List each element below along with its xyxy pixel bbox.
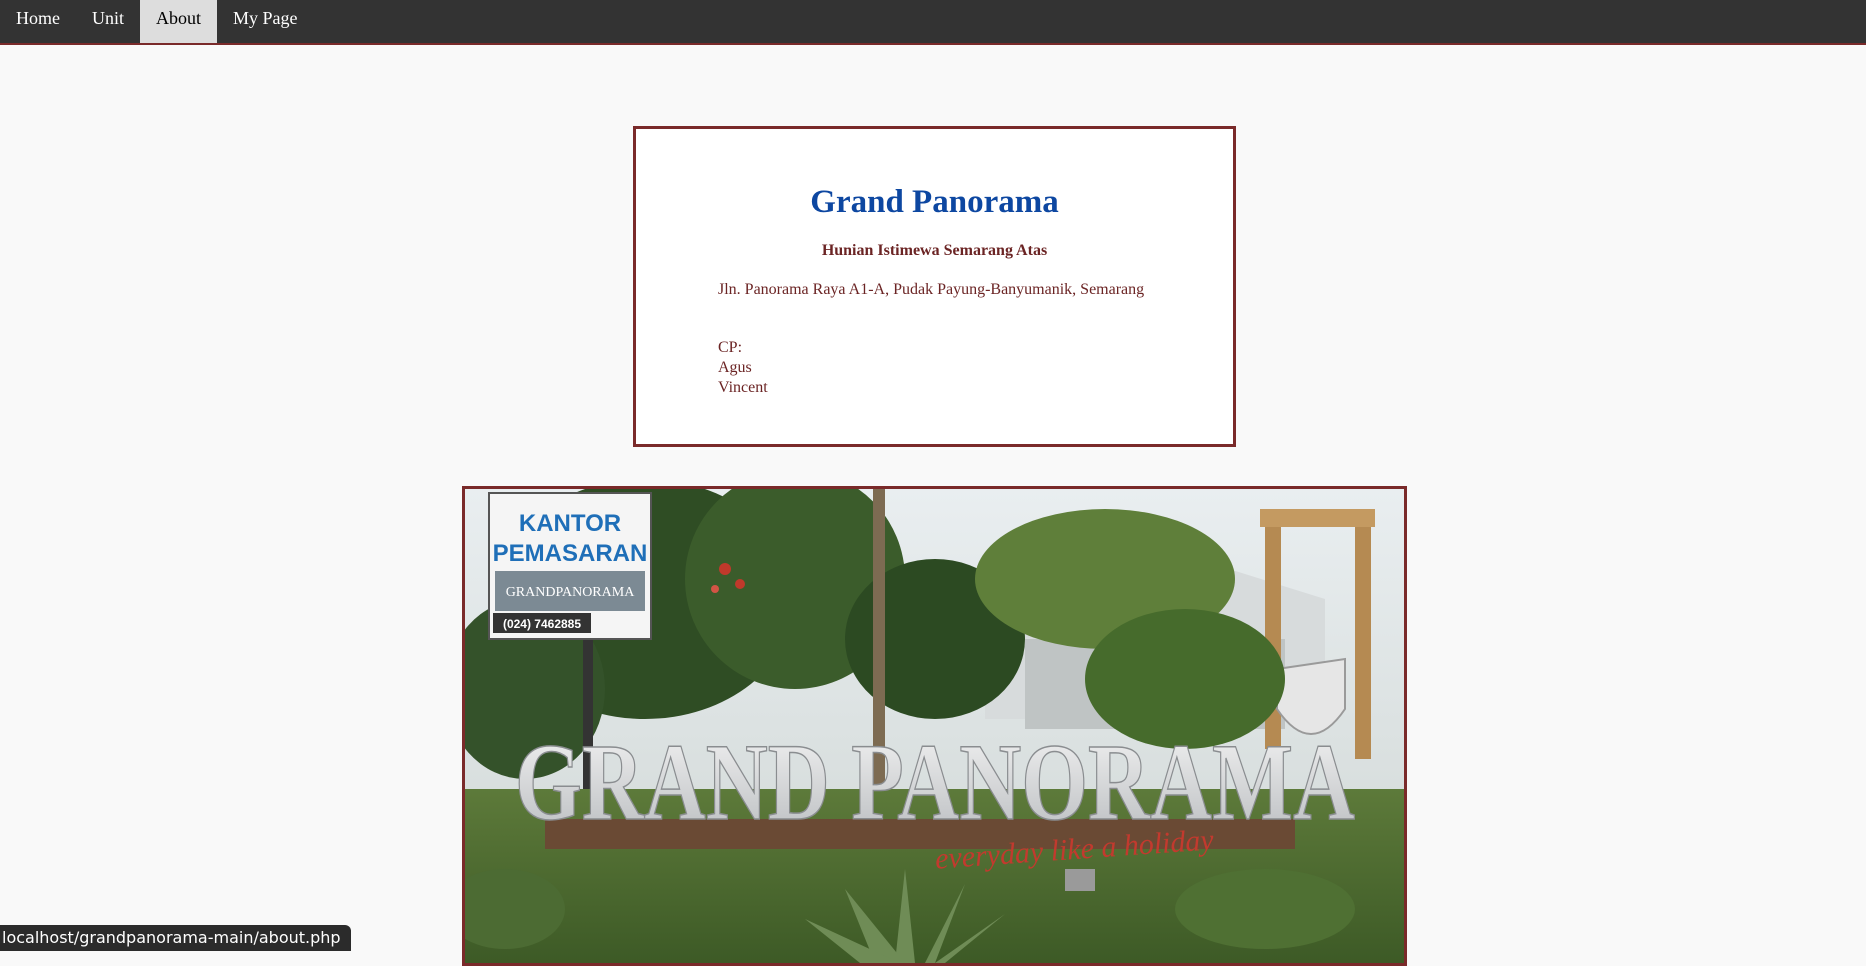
sign-text-line1: KANTOR: [519, 510, 621, 537]
nav-unit[interactable]: Unit: [76, 0, 140, 43]
entrance-photo-illustration: KANTOR PEMASARAN GRANDPANORAMA (024) 746…: [465, 489, 1404, 963]
contact-name: Agus: [718, 359, 752, 376]
page-title: Grand Panorama: [810, 184, 1059, 220]
sign-phone: (024) 7462885: [503, 617, 581, 631]
contact-name: Vincent: [718, 379, 768, 396]
sign-brand: GRANDPANORAMA: [506, 585, 636, 600]
about-info-card: Grand Panorama Hunian Istimewa Semarang …: [633, 126, 1236, 447]
contact-block: CP: Agus Vincent: [718, 338, 768, 398]
nav-home[interactable]: Home: [0, 0, 76, 43]
contact-label: CP:: [718, 339, 743, 356]
nav-my-page[interactable]: My Page: [217, 0, 314, 43]
top-nav: Home Unit About My Page: [0, 0, 1866, 45]
nav-about[interactable]: About: [140, 0, 218, 43]
entrance-photo: KANTOR PEMASARAN GRANDPANORAMA (024) 746…: [462, 486, 1407, 966]
sign-text-line2: PEMASARAN: [493, 540, 648, 567]
card-subtitle: Hunian Istimewa Semarang Atas: [821, 242, 1048, 259]
status-bar-url: localhost/grandpanorama-main/about.php: [0, 925, 351, 951]
monument-text: GRAND PANORAMA: [515, 721, 1355, 843]
address-text: Jln. Panorama Raya A1-A, Pudak Payung-Ba…: [718, 281, 1145, 298]
